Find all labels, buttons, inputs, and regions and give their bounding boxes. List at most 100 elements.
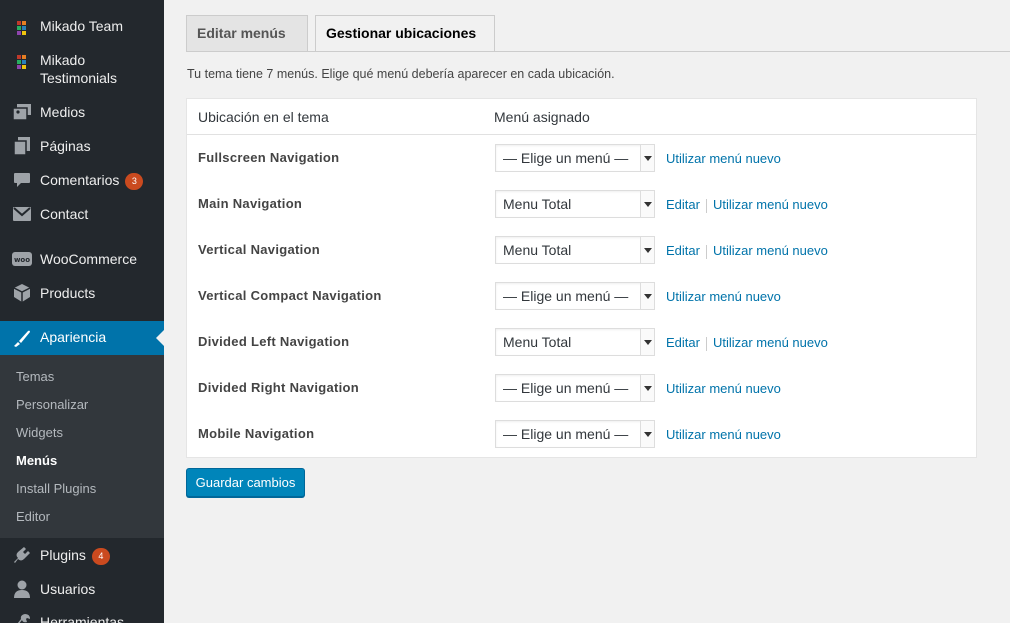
sidebar-item-label: Mikado Testimonials: [40, 52, 118, 86]
menu-select[interactable]: Menu Total: [495, 190, 655, 218]
sidebar-item-label: Mikado Team: [40, 18, 124, 34]
table-row: Main Navigation Menu Total Editar Utilizar …: [187, 181, 976, 227]
users-icon: [12, 579, 32, 599]
location-name: Mobile Navigation: [198, 426, 315, 441]
location-name: Fullscreen Navigation: [198, 150, 340, 165]
use-new-menu-link[interactable]: Utilizar menú nuevo: [713, 197, 828, 212]
row-actions: Editar Utilizar menú nuevo: [666, 335, 828, 351]
sidebar-item-label: Herramientas: [40, 614, 125, 623]
location-name: Vertical Navigation: [198, 242, 321, 257]
edit-menu-link[interactable]: Editar: [666, 335, 700, 350]
use-new-menu-link[interactable]: Utilizar menú nuevo: [713, 335, 828, 350]
submenu-item-editor[interactable]: Editor: [16, 509, 50, 524]
use-new-menu-link[interactable]: Utilizar menú nuevo: [713, 243, 828, 258]
use-new-menu-link[interactable]: Utilizar menú nuevo: [666, 289, 781, 304]
row-actions: Utilizar menú nuevo: [666, 381, 781, 396]
location-name: Divided Right Navigation: [198, 380, 360, 395]
dropdown-caret-icon: [640, 329, 654, 355]
tab-gestionar-ubicaciones[interactable]: Gestionar ubicaciones: [315, 15, 495, 52]
submenu-item-menus[interactable]: Menús: [16, 453, 57, 468]
row-actions: Utilizar menú nuevo: [666, 427, 781, 442]
menu-locations-table: Ubicación en el tema Menú asignado Fulls…: [186, 98, 977, 458]
submenu-item-personalizar[interactable]: Personalizar: [16, 397, 88, 412]
appearance-submenu: Temas Personalizar Widgets Menús Install…: [0, 355, 164, 538]
table-row: Divided Right Navigation — Elige un menú …: [187, 365, 976, 411]
dropdown-caret-icon: [640, 283, 654, 309]
sidebar-item-label: Comentarios: [40, 172, 120, 188]
intro-text: Tu tema tiene 7 menús. Elige qué menú de…: [187, 67, 615, 81]
mikado-grid-icon: [12, 52, 32, 72]
edit-menu-link[interactable]: Editar: [666, 243, 700, 258]
menu-select[interactable]: — Elige un menú —: [495, 374, 655, 402]
menu-select-value: — Elige un menú —: [503, 150, 629, 166]
row-actions: Utilizar menú nuevo: [666, 289, 781, 304]
link-separator: [705, 244, 707, 259]
edit-menu-link[interactable]: Editar: [666, 197, 700, 212]
dropdown-caret-icon: [640, 237, 654, 263]
row-actions: Utilizar menú nuevo: [666, 151, 781, 166]
save-changes-button[interactable]: Guardar cambios: [186, 468, 305, 497]
use-new-menu-link[interactable]: Utilizar menú nuevo: [666, 427, 781, 442]
mikado-grid-icon: [12, 18, 32, 38]
table-row: Vertical Compact Navigation — Elige un me…: [187, 273, 976, 319]
sidebar-item-label: WooCommerce: [40, 251, 137, 267]
menu-select-value: — Elige un menú —: [503, 288, 629, 304]
menu-select-value: Menu Total: [503, 334, 572, 350]
svg-text:woo: woo: [14, 256, 30, 264]
location-name: Main Navigation: [198, 196, 303, 211]
comments-icon: [12, 170, 32, 190]
woocommerce-icon: woo: [12, 249, 32, 269]
sidebar-item-label: Páginas: [40, 138, 91, 154]
menu-select[interactable]: — Elige un menú —: [495, 144, 655, 172]
dropdown-caret-icon: [640, 375, 654, 401]
column-header-menu: Menú asignado: [494, 109, 590, 125]
submenu-item-widgets[interactable]: Widgets: [16, 425, 63, 440]
menu-select-value: Menu Total: [503, 196, 572, 212]
sidebar-item-label: Products: [40, 285, 96, 301]
submenu-item-temas[interactable]: Temas: [16, 369, 54, 384]
menu-select-value: — Elige un menú —: [503, 426, 629, 442]
location-name: Divided Left Navigation: [198, 334, 350, 349]
tab-editar-menus[interactable]: Editar menús: [186, 15, 308, 52]
tools-icon: [12, 612, 32, 623]
plugins-icon: [12, 545, 32, 565]
dropdown-caret-icon: [640, 191, 654, 217]
link-separator: [705, 198, 707, 213]
menu-select[interactable]: Menu Total: [495, 328, 655, 356]
tabs-divider: [186, 51, 1010, 52]
column-header-location: Ubicación en el tema: [198, 109, 329, 125]
menu-select-value: Menu Total: [503, 242, 572, 258]
pages-icon: [12, 136, 32, 156]
location-name: Vertical Compact Navigation: [198, 288, 382, 303]
dropdown-caret-icon: [640, 145, 654, 171]
sidebar-item-apariencia[interactable]: Apariencia: [0, 321, 164, 355]
sidebar-separator: [0, 238, 164, 239]
menu-select[interactable]: — Elige un menú —: [495, 282, 655, 310]
table-row: Vertical Navigation Menu Total Editar Utili…: [187, 227, 976, 273]
sidebar-item-label: Medios: [40, 104, 86, 120]
sidebar-item-label: Usuarios: [40, 581, 96, 597]
sidebar-item-label: Plugins: [40, 547, 86, 563]
sidebar-item-label: Contact: [40, 206, 89, 222]
row-actions: Editar Utilizar menú nuevo: [666, 197, 828, 213]
table-row: Mobile Navigation — Elige un menú — Utiliz…: [187, 411, 976, 457]
sidebar-item-label: Apariencia: [40, 329, 107, 345]
admin-sidebar: Mikado Team Mikado Testimonials Medios P…: [0, 0, 164, 623]
menu-select[interactable]: — Elige un menú —: [495, 420, 655, 448]
sidebar-item-label-wrap: Plugins 4: [40, 546, 110, 565]
table-header: Ubicación en el tema Menú asignado: [187, 99, 976, 135]
use-new-menu-link[interactable]: Utilizar menú nuevo: [666, 151, 781, 166]
submenu-item-install-plugins[interactable]: Install Plugins: [16, 481, 96, 496]
menu-select[interactable]: Menu Total: [495, 236, 655, 264]
sidebar-item-label-wrap: Comentarios 3: [40, 171, 144, 190]
media-icon: [12, 102, 32, 122]
products-icon: [12, 283, 32, 303]
menu-select-value: — Elige un menú —: [503, 380, 629, 396]
row-actions: Editar Utilizar menú nuevo: [666, 243, 828, 259]
plugins-count-badge: 4: [91, 547, 110, 565]
dropdown-caret-icon: [640, 421, 654, 447]
mail-icon: [12, 204, 32, 224]
use-new-menu-link[interactable]: Utilizar menú nuevo: [666, 381, 781, 396]
table-row: Divided Left Navigation Menu Total Editar U…: [187, 319, 976, 365]
active-indicator-arrow: [156, 330, 164, 346]
